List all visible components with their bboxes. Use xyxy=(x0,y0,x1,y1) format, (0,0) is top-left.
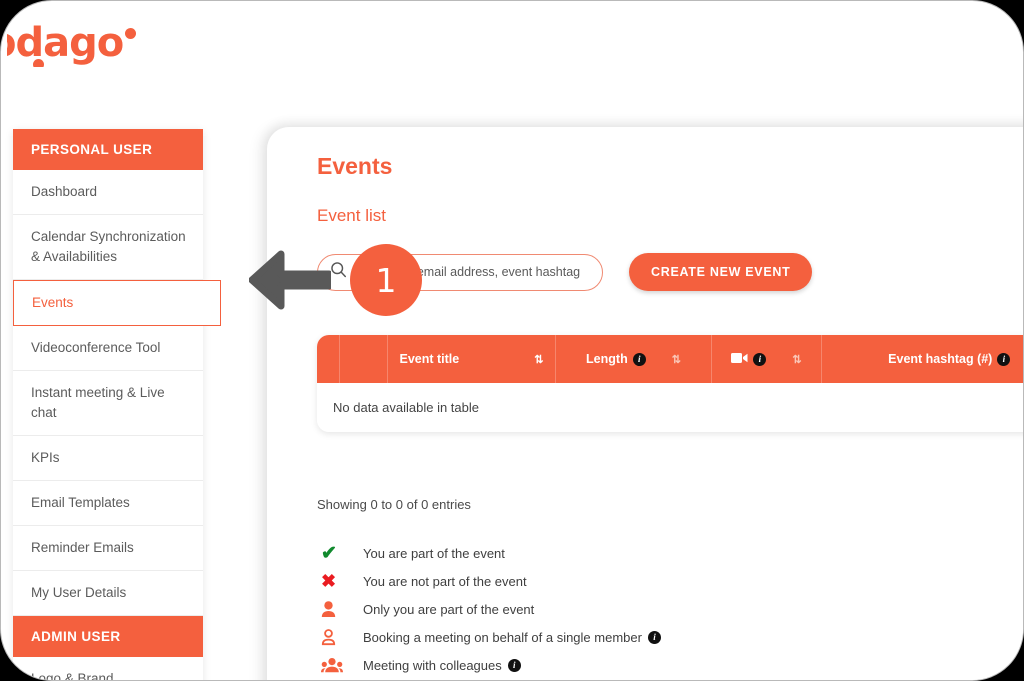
info-icon[interactable]: i xyxy=(997,352,1011,366)
column-spacer-2 xyxy=(339,335,388,383)
section-title: Event list xyxy=(317,206,386,225)
sidebar-item-kpis[interactable]: KPIs xyxy=(13,436,203,481)
sidebar-item-dashboard[interactable]: Dashboard xyxy=(13,170,203,215)
red-cross-icon: ✖ xyxy=(321,571,337,591)
info-icon[interactable]: i xyxy=(632,352,646,366)
annotation-arrow-icon xyxy=(248,244,333,321)
sidebar-item-videoconference-tool[interactable]: Videoconference Tool xyxy=(13,326,203,371)
sidebar-item-my-user-details[interactable]: My User Details xyxy=(13,571,203,616)
person-filled-icon xyxy=(317,600,363,618)
events-table-header: Event title ⇅ Length i ⇅ i ⇅ Event hasht… xyxy=(317,335,1023,383)
sidebar-section-personal-user: PERSONAL USER xyxy=(13,129,203,170)
annotation-step-badge: 1 xyxy=(350,244,422,316)
table-empty-message: No data available in table xyxy=(317,383,1023,432)
create-new-event-button[interactable]: CREATE NEW EVENT xyxy=(629,253,813,291)
events-table-container: Event title ⇅ Length i ⇅ i ⇅ Event hasht… xyxy=(317,335,1023,432)
legend-item: Booking a meeting on behalf of a single … xyxy=(317,623,661,651)
green-check-icon: ✔ xyxy=(321,542,337,564)
legend-item: Only you are part of the event xyxy=(317,595,661,623)
people-group-icon xyxy=(317,657,363,673)
person-outline-icon xyxy=(317,628,363,646)
legend-item-label: You are part of the event xyxy=(363,545,505,561)
annotation-step-number: 1 xyxy=(375,260,397,300)
entries-count-label: Showing 0 to 0 of 0 entries xyxy=(317,497,471,512)
page-title: Events xyxy=(317,153,393,179)
table-empty-row: No data available in table xyxy=(317,383,1023,432)
legend-item-label: Booking a meeting on behalf of a single … xyxy=(363,630,661,645)
legend-item: Meeting with colleagues i xyxy=(317,651,661,679)
info-icon[interactable]: i xyxy=(753,352,767,366)
video-camera-icon xyxy=(731,352,748,367)
sort-icon[interactable]: ⇅ xyxy=(672,353,681,366)
sidebar: PERSONAL USER Dashboard Calendar Synchro… xyxy=(13,129,221,680)
events-table-body: No data available in table xyxy=(317,383,1023,432)
legend-item-label: Meeting with colleagues i xyxy=(363,658,521,673)
sidebar-item-email-templates[interactable]: Email Templates xyxy=(13,481,203,526)
legend-item-label: Only you are part of the event xyxy=(363,601,535,617)
brand-logo[interactable]: odago xyxy=(7,19,197,67)
sidebar-item-calendar-synchronization[interactable]: Calendar Synchronization & Availabilitie… xyxy=(13,215,203,280)
column-event-hashtag[interactable]: Event hashtag (#) i xyxy=(821,335,1023,383)
logo-dot-top-icon xyxy=(125,28,136,39)
column-event-title[interactable]: Event title ⇅ xyxy=(387,335,556,383)
sidebar-item-logo-brand-customization[interactable]: Logo & Brand Customization xyxy=(13,657,203,680)
column-videoconference[interactable]: i ⇅ xyxy=(711,335,822,383)
legend-item: ✖ You are not part of the event xyxy=(317,567,661,595)
sidebar-item-instant-meeting-live-chat[interactable]: Instant meeting & Live chat xyxy=(13,371,203,436)
legend-item: ✔ You are part of the event xyxy=(317,539,661,567)
info-icon[interactable]: i xyxy=(507,658,521,672)
column-length[interactable]: Length i ⇅ xyxy=(555,335,712,383)
table-header-row: Event title ⇅ Length i ⇅ i ⇅ Event hasht… xyxy=(317,335,1023,383)
legend-item-text: Meeting with colleagues xyxy=(363,657,502,673)
logo-dot-bottom-icon xyxy=(33,59,44,67)
events-table: Event title ⇅ Length i ⇅ i ⇅ Event hasht… xyxy=(317,335,1023,432)
legend: ✔ You are part of the event ✖ You are no… xyxy=(317,539,661,679)
info-icon[interactable]: i xyxy=(647,630,661,644)
sort-icon[interactable]: ⇅ xyxy=(792,353,801,366)
search-icon xyxy=(330,261,347,283)
column-length-label: Length xyxy=(586,352,628,366)
brand-logo-text: odago xyxy=(7,20,124,66)
sidebar-item-reminder-emails[interactable]: Reminder Emails xyxy=(13,526,203,571)
sidebar-item-events[interactable]: Events xyxy=(13,280,221,326)
legend-item-text: Booking a meeting on behalf of a single … xyxy=(363,629,642,645)
app-window: odago PERSONAL USER Dashboard Calendar S… xyxy=(0,0,1024,681)
column-event-title-label: Event title xyxy=(399,352,460,366)
sidebar-section-admin-user: ADMIN USER xyxy=(13,616,203,657)
main-content-card: Events Event list CREATE NEW EVENT xyxy=(267,127,1023,680)
column-spacer-1 xyxy=(317,335,340,383)
legend-item-label: You are not part of the event xyxy=(363,573,527,589)
column-event-hashtag-label: Event hashtag (#) xyxy=(888,352,993,366)
sort-icon[interactable]: ⇅ xyxy=(534,353,543,366)
